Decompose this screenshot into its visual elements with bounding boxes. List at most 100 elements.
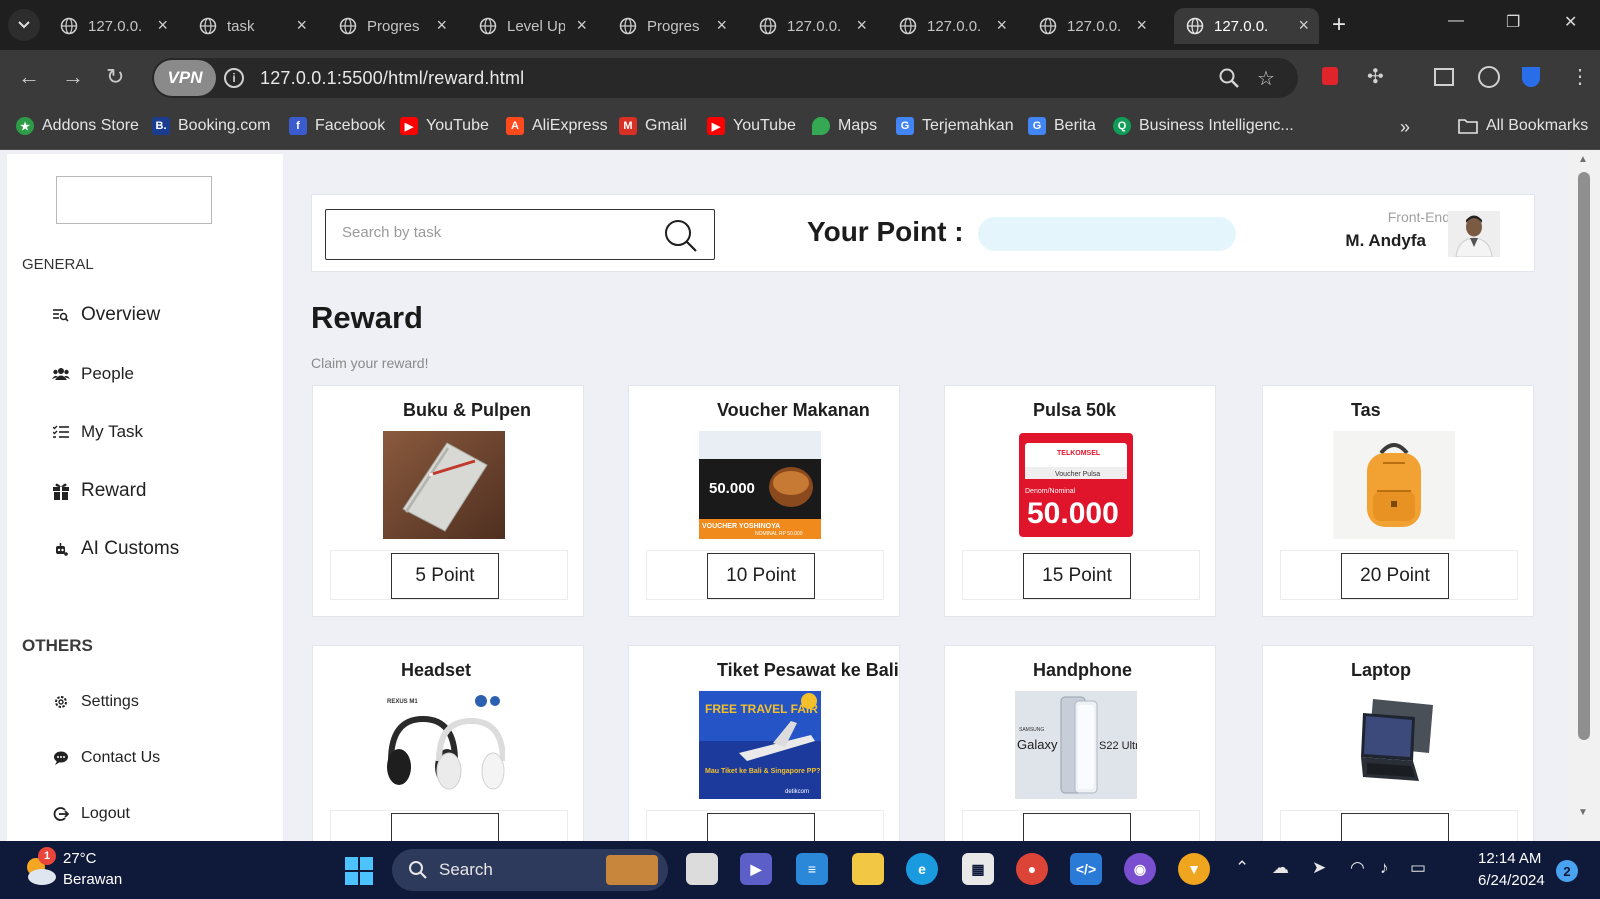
bookmark-item[interactable]: ★ Addons Store [16,117,139,135]
scroll-thumb[interactable] [1578,172,1590,740]
wifi-icon[interactable]: ◠ [1350,858,1365,878]
page-scrollbar[interactable]: ▲ ▼ [1568,150,1600,841]
new-tab-button[interactable]: + [1332,12,1346,38]
claim-reward-button[interactable]: 5 Point [391,553,499,599]
browser-tab[interactable]: 127.0.0. × [747,8,877,44]
bookmark-item[interactable]: ▶ YouTube [400,117,489,135]
search-box[interactable] [325,209,715,260]
location-icon[interactable]: ➤ [1312,858,1326,878]
search-icon[interactable] [664,219,698,253]
close-icon[interactable]: × [1136,15,1147,36]
sidebar-item-my-task[interactable]: My Task [51,422,143,442]
file-explorer-icon[interactable] [852,853,884,885]
windows-start-icon[interactable] [345,857,373,885]
sidebar-item-overview[interactable]: Overview [51,304,160,326]
volume-icon[interactable]: ♪ [1380,858,1389,878]
clock-time[interactable]: 12:14 AM [1478,850,1541,867]
close-icon[interactable]: × [436,15,447,36]
headset-brand: REXUS M1 [387,699,418,705]
bookmark-item[interactable]: M Gmail [619,117,687,135]
address-bar[interactable]: VPN i 127.0.0.1:5500/html/reward.html ☆ [152,58,1298,98]
more-bookmarks-icon[interactable]: » [1400,117,1410,138]
claim-reward-button[interactable] [1023,813,1131,841]
bookmark-item[interactable]: Maps [812,117,877,135]
globe-icon [1039,17,1057,35]
bookmark-item[interactable]: f Facebook [289,117,385,135]
vscode-icon[interactable]: </> [1070,853,1102,885]
browser-tab[interactable]: 127.0.0. × [887,8,1017,44]
bookmark-item[interactable]: ▶ YouTube [707,117,796,135]
store-icon[interactable]: ▦ [962,853,994,885]
claim-reward-button[interactable] [1341,813,1449,841]
sidebar-item-logout[interactable]: Logout [51,804,130,824]
avatar[interactable] [1448,211,1500,257]
sidebar-item-ai-customs[interactable]: AI Customs [51,538,179,560]
shield-icon[interactable] [1522,67,1540,87]
claim-reward-button[interactable]: 20 Point [1341,553,1449,599]
close-icon[interactable]: × [996,15,1007,36]
browser-tab[interactable]: Progres × [327,8,457,44]
vpn-app-icon[interactable]: ▼ [1178,853,1210,885]
browser-tab[interactable]: 127.0.0. × [48,8,178,44]
web-page: GENERAL Overview People My Task Reward A… [0,150,1568,841]
url-text[interactable]: 127.0.0.1:5500/html/reward.html [260,68,524,89]
search-input[interactable] [342,224,642,241]
taskbar-search[interactable]: Search [392,849,668,891]
close-icon[interactable]: × [157,15,168,36]
bookmark-item[interactable]: G Terjemahkan [896,117,1014,135]
onedrive-icon[interactable]: ☁ [1272,858,1289,878]
tray-chevron-icon[interactable]: ⌃ [1235,858,1249,878]
bookmark-item[interactable]: B. Booking.com [152,117,271,135]
window-close-icon[interactable]: ✕ [1564,12,1577,32]
clock-date[interactable]: 6/24/2024 [1478,872,1545,889]
close-icon[interactable]: × [856,15,867,36]
sidebar-item-settings[interactable]: Settings [51,692,139,712]
menu-kebab-icon[interactable]: ⋮ [1570,64,1590,89]
minimize-icon[interactable]: — [1448,12,1464,30]
scroll-up-icon[interactable]: ▲ [1578,154,1588,165]
battery-icon[interactable]: ▭ [1410,858,1426,878]
browser-tab[interactable]: 127.0.0. × [1027,8,1157,44]
extension-icon[interactable] [1322,67,1338,85]
github-icon[interactable]: ◉ [1124,853,1156,885]
bookmark-item[interactable]: G Berita [1028,117,1096,135]
back-arrow-icon[interactable]: ← [18,66,40,88]
profile-icon[interactable] [1478,66,1500,88]
all-bookmarks-button[interactable]: All Bookmarks [1458,117,1588,135]
star-icon[interactable]: ☆ [1257,66,1275,91]
claim-reward-button[interactable] [707,813,815,841]
close-icon[interactable]: × [296,15,307,36]
sidebar-item-people[interactable]: People [51,364,134,384]
bookmark-item[interactable]: Q Business Intelligenc... [1113,117,1294,135]
notepad-icon[interactable]: ≡ [796,853,828,885]
claim-reward-button[interactable]: 15 Point [1023,553,1131,599]
sidebar-item-reward[interactable]: Reward [51,480,146,502]
info-icon[interactable]: i [224,68,244,88]
edge-icon[interactable]: e [906,853,938,885]
close-icon[interactable]: × [716,15,727,36]
restore-icon[interactable]: ❐ [1506,12,1520,32]
browser-tab-active[interactable]: 127.0.0. × [1174,8,1319,44]
claim-reward-button[interactable] [391,813,499,841]
bookmark-item[interactable]: A AliExpress [506,117,608,135]
forward-arrow-icon[interactable]: → [62,66,84,88]
chrome-icon[interactable]: ● [1016,853,1048,885]
zoom-icon[interactable] [1218,67,1240,89]
vpn-button[interactable]: VPN [154,60,216,96]
close-icon[interactable]: × [1298,15,1309,36]
task-view-icon[interactable] [686,853,718,885]
globe-icon [619,17,637,35]
scroll-down-icon[interactable]: ▼ [1578,807,1588,818]
tab-list-button[interactable] [8,9,40,41]
claim-reward-button[interactable]: 10 Point [707,553,815,599]
meet-icon[interactable]: ▶ [740,853,772,885]
sidebar-item-contact-us[interactable]: Contact Us [51,748,160,768]
extensions-puzzle-icon[interactable]: ✣ [1367,64,1384,89]
reload-icon[interactable]: ↻ [106,66,124,88]
side-panel-icon[interactable] [1434,68,1454,86]
browser-tab[interactable]: task × [187,8,317,44]
browser-tab[interactable]: Level Up × [467,8,597,44]
browser-tab[interactable]: Progres × [607,8,737,44]
close-icon[interactable]: × [576,15,587,36]
notification-badge[interactable]: 2 [1556,860,1578,882]
